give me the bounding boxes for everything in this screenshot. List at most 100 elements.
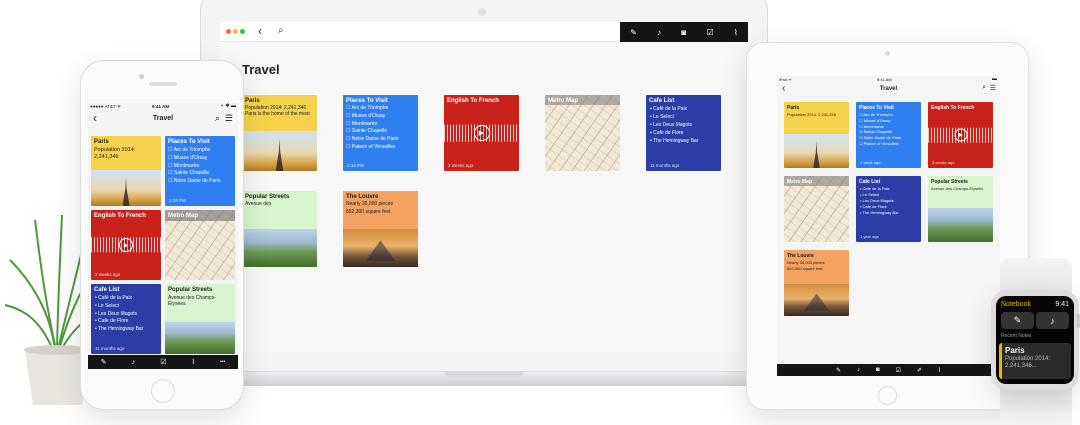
- new-note-icon[interactable]: ✎: [101, 358, 107, 366]
- note-photo: [242, 229, 317, 267]
- note-body: Population 2014: 2,241,346 Paris is the …: [245, 105, 310, 118]
- note-card-places[interactable]: Places To Visit Arc de Triomphe Musee d'…: [856, 102, 921, 168]
- checklist-item[interactable]: Musee d'Orsay: [168, 155, 232, 163]
- play-icon[interactable]: ▶: [473, 125, 490, 141]
- note-photo: [784, 284, 849, 316]
- new-note-icon[interactable]: ✎: [836, 367, 841, 374]
- checklist-item[interactable]: Montmartre: [346, 121, 415, 129]
- note-title: Popular Streets: [245, 194, 290, 200]
- microphone-icon[interactable]: ♪: [132, 359, 136, 366]
- note-card-paris[interactable]: Paris Population 2014: 2,241,346 Paris i…: [242, 95, 317, 171]
- note-card-cafe[interactable]: Cafe List Café de la Paix Le Select Les …: [91, 284, 161, 354]
- note-card-louvre[interactable]: The Louvre Nearly 35,000 pieces 652,300 …: [784, 250, 849, 316]
- checklist-item[interactable]: Arc de Triomphe: [168, 147, 232, 155]
- play-icon[interactable]: ▶: [119, 238, 133, 252]
- note-card-streets[interactable]: Popular Streets Avenue des Champs-Élysée…: [928, 176, 993, 242]
- camera-icon[interactable]: ◙: [876, 367, 880, 373]
- microphone-icon[interactable]: ♪: [857, 367, 860, 373]
- note-title: Metro Map: [784, 176, 849, 186]
- minimize-window-button[interactable]: [233, 29, 238, 34]
- watch-app-name: Notebook: [1001, 301, 1031, 308]
- note-card-cafe[interactable]: Cafe List Café de la Paix Le Select Les …: [856, 176, 921, 242]
- bullet-list: Café de la Paix Le Select Les Deux Magot…: [646, 105, 721, 145]
- bullet-item: Les Deux Magots: [650, 121, 717, 129]
- attachment-icon[interactable]: ⌇: [734, 28, 738, 37]
- note-photo: [928, 208, 993, 242]
- note-card-audio[interactable]: English To French ▶ 2 weeks ago: [91, 210, 161, 280]
- note-body: Nearly 35,000 pieces 652,300 square feet: [346, 201, 393, 215]
- note-card-streets[interactable]: Popular Streets Avenue des: [242, 191, 317, 267]
- checklist-item[interactable]: Musee d'Orsay: [346, 113, 415, 121]
- bullet-item: Cafe de Flore: [95, 318, 157, 326]
- checklist-icon[interactable]: ☑: [160, 358, 166, 366]
- checklist-icon[interactable]: ☑: [706, 28, 713, 37]
- checklist-item[interactable]: Palace of Versailles: [346, 144, 415, 152]
- watch-dictate-button[interactable]: ♪: [1036, 312, 1069, 329]
- note-card-audio[interactable]: English To French ▶ 2 weeks ago: [444, 95, 519, 171]
- watch-new-note-button[interactable]: ✎: [1001, 312, 1034, 329]
- note-card-louvre[interactable]: The Louvre Nearly 35,000 pieces 652,300 …: [343, 191, 418, 267]
- note-card-metro[interactable]: Metro Map: [165, 210, 235, 280]
- microphone-icon[interactable]: ♪: [657, 28, 661, 37]
- note-title: Paris: [787, 105, 800, 111]
- search-icon[interactable]: ⌕: [215, 113, 220, 124]
- iphone-home-button[interactable]: [151, 379, 175, 403]
- menu-icon[interactable]: ☰: [225, 113, 233, 124]
- watch-note-card[interactable]: Paris Population 2014: 2,241,346...: [999, 343, 1071, 379]
- menu-icon[interactable]: ☰: [990, 84, 996, 92]
- note-timestamp: 1 week ago: [860, 160, 881, 165]
- ipad-title: Travel: [879, 86, 898, 92]
- new-note-icon[interactable]: ✎: [630, 28, 637, 37]
- laptop-screen: ‹ ⌕ ✎ ♪ ◙ ☑ ⌇ Travel Paris Population 20…: [220, 22, 748, 352]
- search-icon[interactable]: ⌕: [982, 84, 986, 92]
- checklist-item[interactable]: Notre Dame de Paris: [168, 178, 232, 186]
- note-body: Avenue des: [245, 201, 272, 207]
- note-card-streets[interactable]: Popular Streets Avenue des Champs- Élysé…: [165, 284, 235, 354]
- note-card-metro[interactable]: Metro Map: [784, 176, 849, 242]
- note-timestamp: 2:34 PM: [347, 163, 364, 168]
- note-body: Avenue des Champs-Élysées: [931, 186, 984, 191]
- camera-icon[interactable]: ◙: [681, 28, 686, 37]
- note-body: Nearly 35,000 pieces 652,300 square feet: [787, 260, 825, 271]
- bullet-list: Café de la Paix Le Select Les Deux Magot…: [856, 186, 921, 216]
- bullet-list: Café de la Paix Le Select Les Deux Magot…: [91, 295, 161, 334]
- sketch-icon[interactable]: ✐: [917, 367, 922, 374]
- checklist: Arc de Triomphe Musee d'Orsay Montmartre…: [856, 112, 921, 147]
- attachment-icon[interactable]: ⌇: [192, 358, 195, 366]
- note-timestamp: 3 weeks ago: [932, 160, 955, 165]
- note-card-cafe[interactable]: Cafe List Café de la Paix Le Select Les …: [646, 95, 721, 171]
- note-card-paris[interactable]: Paris Population 2014: 2,241,346: [91, 136, 161, 206]
- note-card-paris[interactable]: Paris Population 2014: 2,241,346: [784, 102, 849, 168]
- more-icon[interactable]: •••: [220, 359, 225, 365]
- note-card-places[interactable]: Places To Visit Arc de Triomphe Musee d'…: [165, 136, 235, 206]
- close-window-button[interactable]: [226, 29, 231, 34]
- checklist-icon[interactable]: ☑: [896, 367, 901, 374]
- checklist-item[interactable]: Sainte Chapelle: [168, 170, 232, 178]
- window-action-bar: ✎ ♪ ◙ ☑ ⌇: [620, 22, 748, 42]
- attachment-icon[interactable]: ⌇: [938, 367, 941, 374]
- search-icon[interactable]: ⌕: [278, 25, 284, 36]
- note-body: Population 2014: 2,241,346: [787, 112, 836, 117]
- checklist-item[interactable]: Palace of Versailles: [859, 141, 918, 147]
- checklist-item[interactable]: Sainte Chapelle: [346, 128, 415, 136]
- checklist-item[interactable]: Arc de Triomphe: [346, 105, 415, 113]
- back-chevron-icon[interactable]: ‹: [258, 24, 262, 38]
- zoom-window-button[interactable]: [240, 29, 245, 34]
- checklist-item[interactable]: Montmartre: [168, 163, 232, 171]
- ipad-home-button[interactable]: [878, 386, 897, 405]
- play-icon[interactable]: ▶: [954, 128, 967, 142]
- watch-note-title: Paris: [1005, 346, 1025, 355]
- note-title: Cafe List: [649, 98, 675, 104]
- note-card-metro[interactable]: Metro Map: [545, 95, 620, 171]
- note-photo: [343, 229, 418, 267]
- note-card-places[interactable]: Places To Visit Arc de Triomphe Musee d'…: [343, 95, 418, 171]
- bullet-item: Les Deux Magots: [95, 311, 157, 319]
- bullet-item: The Hemingway Bar: [95, 326, 157, 334]
- note-card-audio[interactable]: English To French ▶ 3 weeks ago: [928, 102, 993, 168]
- checklist-item[interactable]: Notre Dame de Paris: [346, 136, 415, 144]
- watch-crown[interactable]: [1076, 314, 1080, 328]
- bullet-item: The Hemingway Bar: [860, 210, 917, 216]
- iphone-camera: [139, 74, 144, 79]
- note-title: Cafe List: [859, 179, 881, 185]
- window-toolbar: ‹ ⌕ ✎ ♪ ◙ ☑ ⌇: [220, 22, 748, 42]
